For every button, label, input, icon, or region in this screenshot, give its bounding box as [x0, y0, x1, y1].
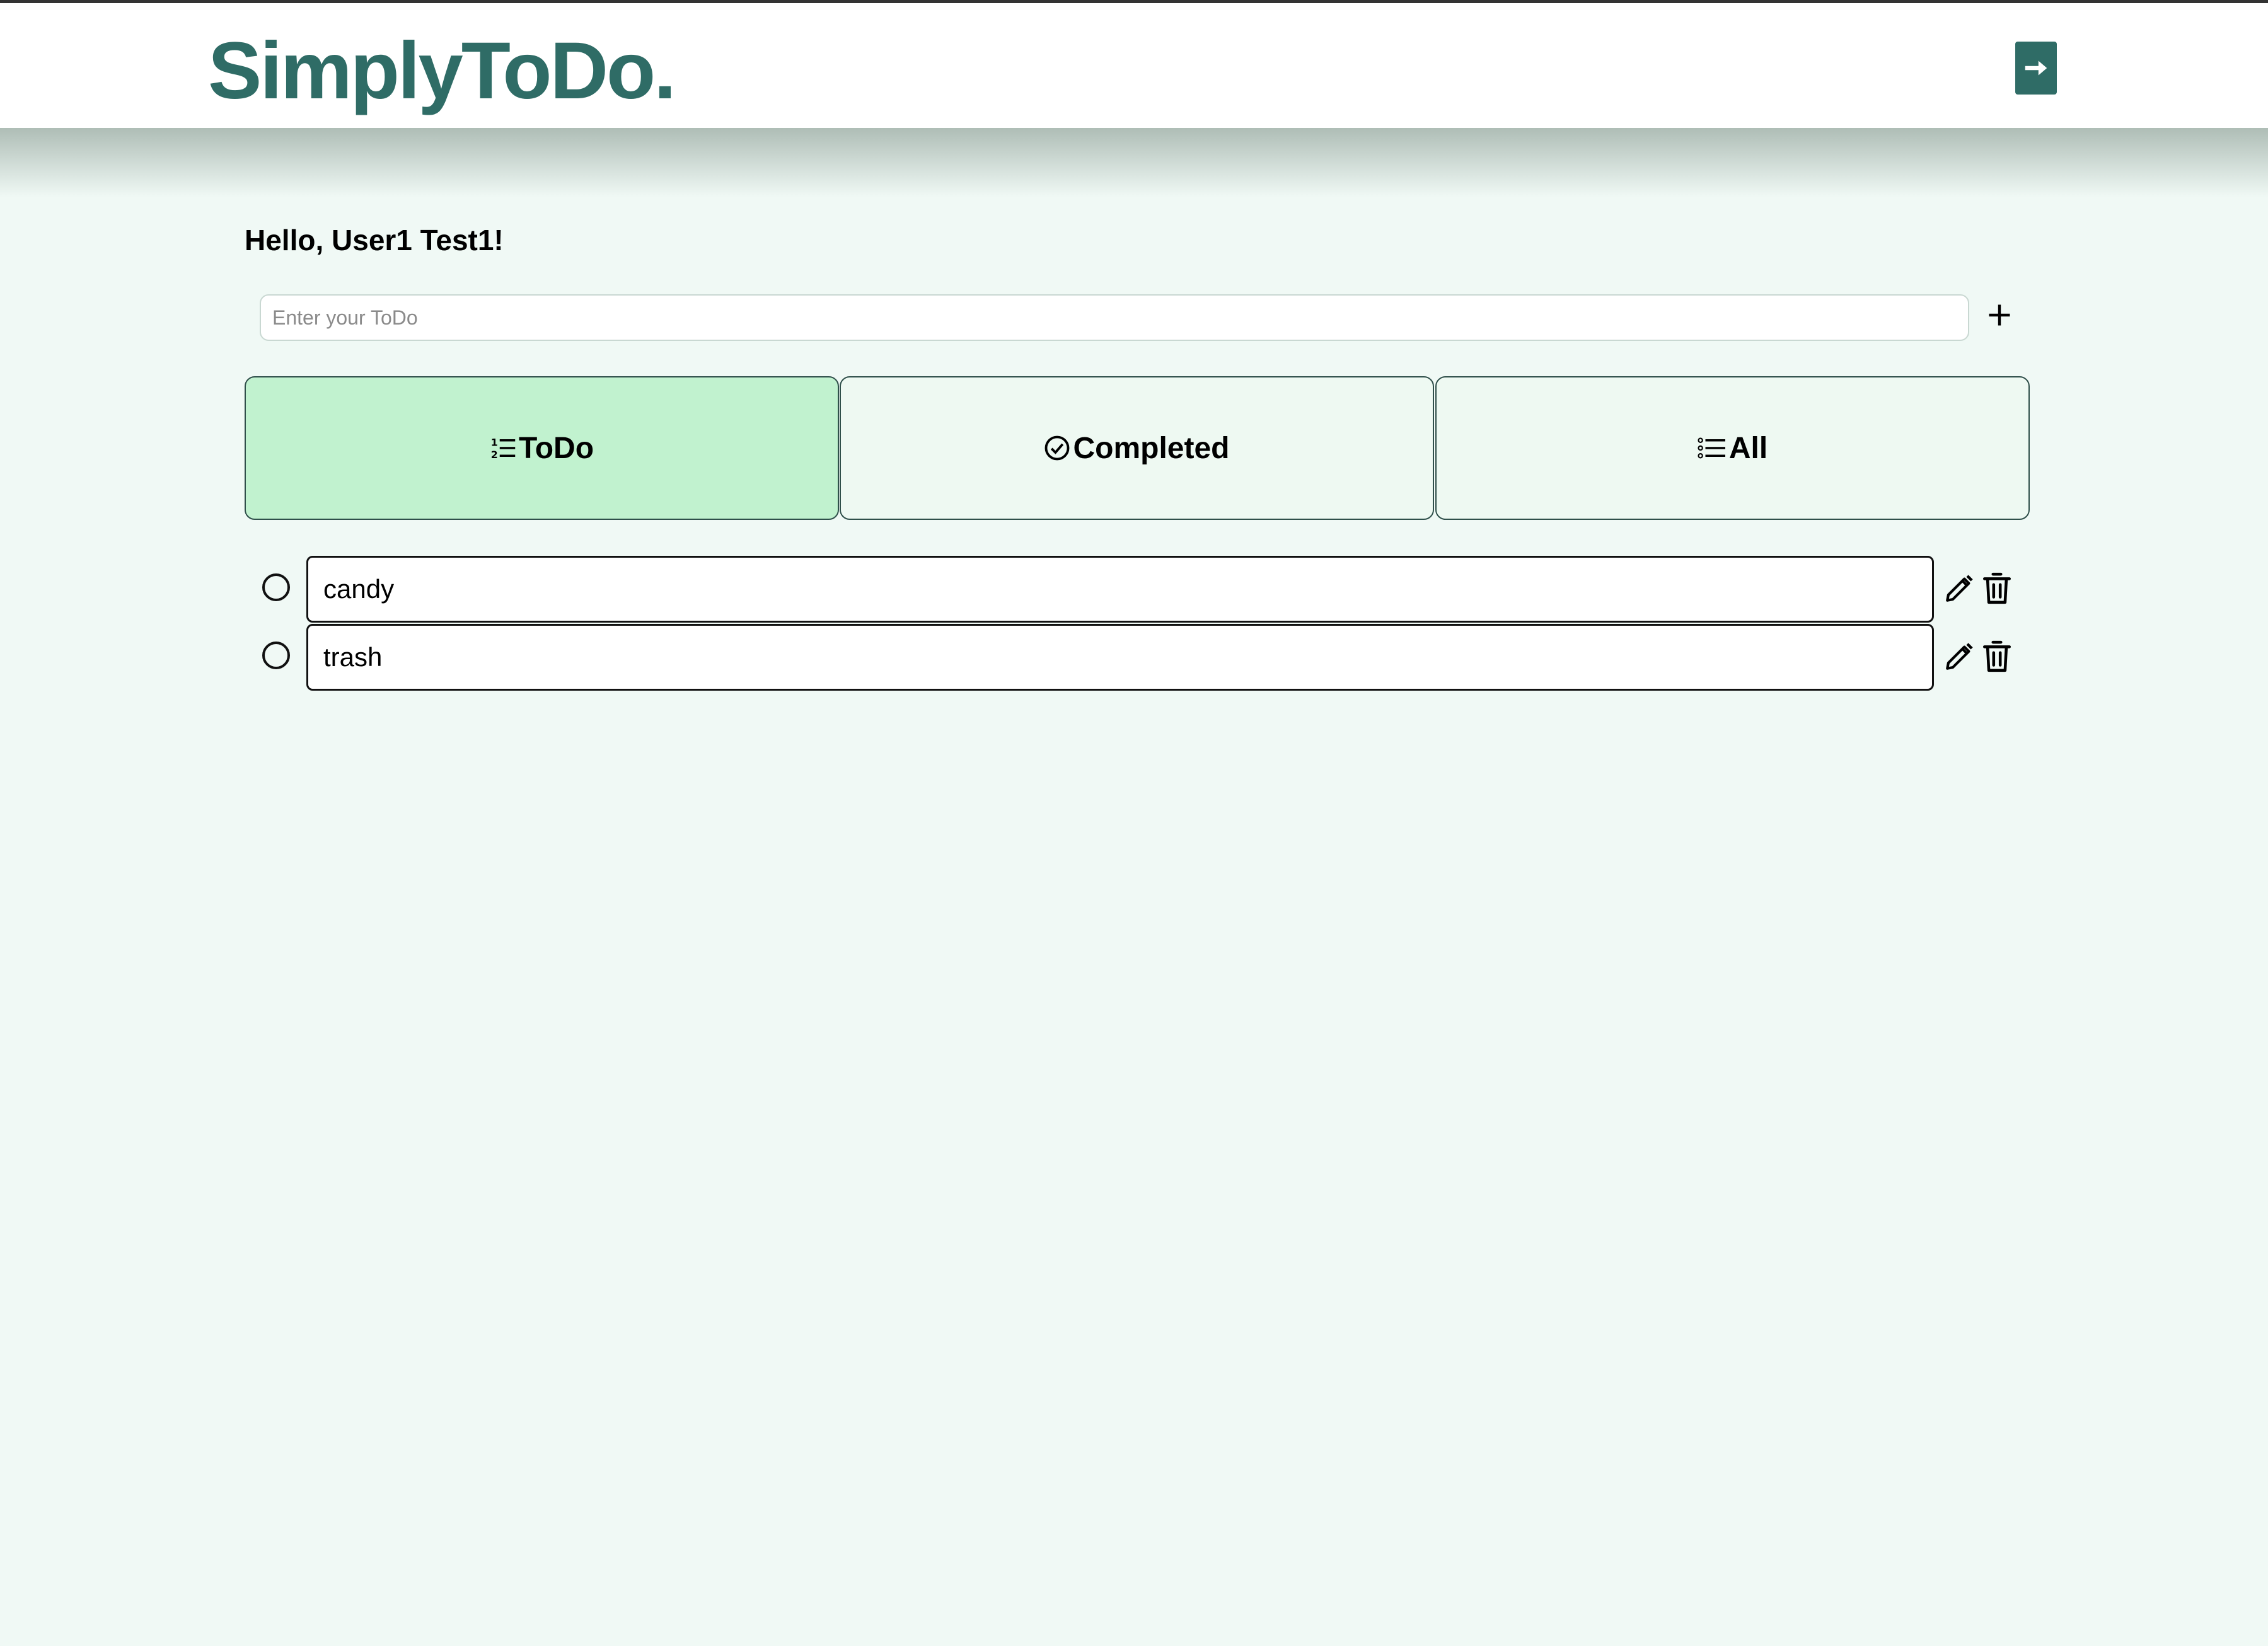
- app-logo: SimplyToDo.: [208, 26, 676, 116]
- tab-todo-label: ToDo: [518, 431, 594, 465]
- numbered-list-icon: 1 2: [490, 435, 516, 461]
- bullet-list-icon: [1698, 435, 1727, 461]
- trash-icon: [1981, 572, 2013, 606]
- tab-completed-label: Completed: [1073, 431, 1230, 465]
- app-header: SimplyToDo.: [0, 3, 2268, 128]
- pencil-icon: [1943, 573, 1975, 604]
- complete-toggle[interactable]: [262, 642, 290, 669]
- logout-button[interactable]: [2015, 42, 2057, 95]
- tab-all[interactable]: All: [1435, 376, 2030, 520]
- tab-all-label: All: [1728, 431, 1768, 465]
- pencil-icon: [1943, 641, 1975, 672]
- filter-tabs: 1 2 ToDo Completed All: [245, 376, 2030, 520]
- new-todo-input[interactable]: [260, 294, 1969, 341]
- todo-item: candy: [245, 555, 2030, 623]
- header-shadow: [0, 128, 2268, 197]
- logout-arrow-icon: [2022, 54, 2051, 83]
- delete-button[interactable]: [1979, 570, 2015, 607]
- todo-text[interactable]: candy: [306, 556, 1934, 623]
- tab-completed[interactable]: Completed: [840, 376, 1434, 520]
- tab-todo[interactable]: 1 2 ToDo: [245, 376, 839, 520]
- svg-text:1: 1: [491, 437, 498, 449]
- check-circle-icon: [1044, 435, 1070, 461]
- delete-button[interactable]: [1979, 638, 2015, 676]
- todo-item: trash: [245, 623, 2030, 691]
- todo-list: candy trash: [245, 555, 2030, 691]
- complete-toggle[interactable]: [262, 573, 290, 601]
- svg-text:2: 2: [491, 449, 498, 461]
- greeting-text: Hello, User1 Test1!: [245, 224, 504, 256]
- todo-text[interactable]: trash: [306, 624, 1934, 691]
- add-todo-button[interactable]: [1979, 295, 2020, 335]
- trash-icon: [1981, 640, 2013, 674]
- edit-button[interactable]: [1941, 571, 1977, 606]
- plus-icon: [1986, 301, 2013, 329]
- edit-button[interactable]: [1941, 639, 1977, 674]
